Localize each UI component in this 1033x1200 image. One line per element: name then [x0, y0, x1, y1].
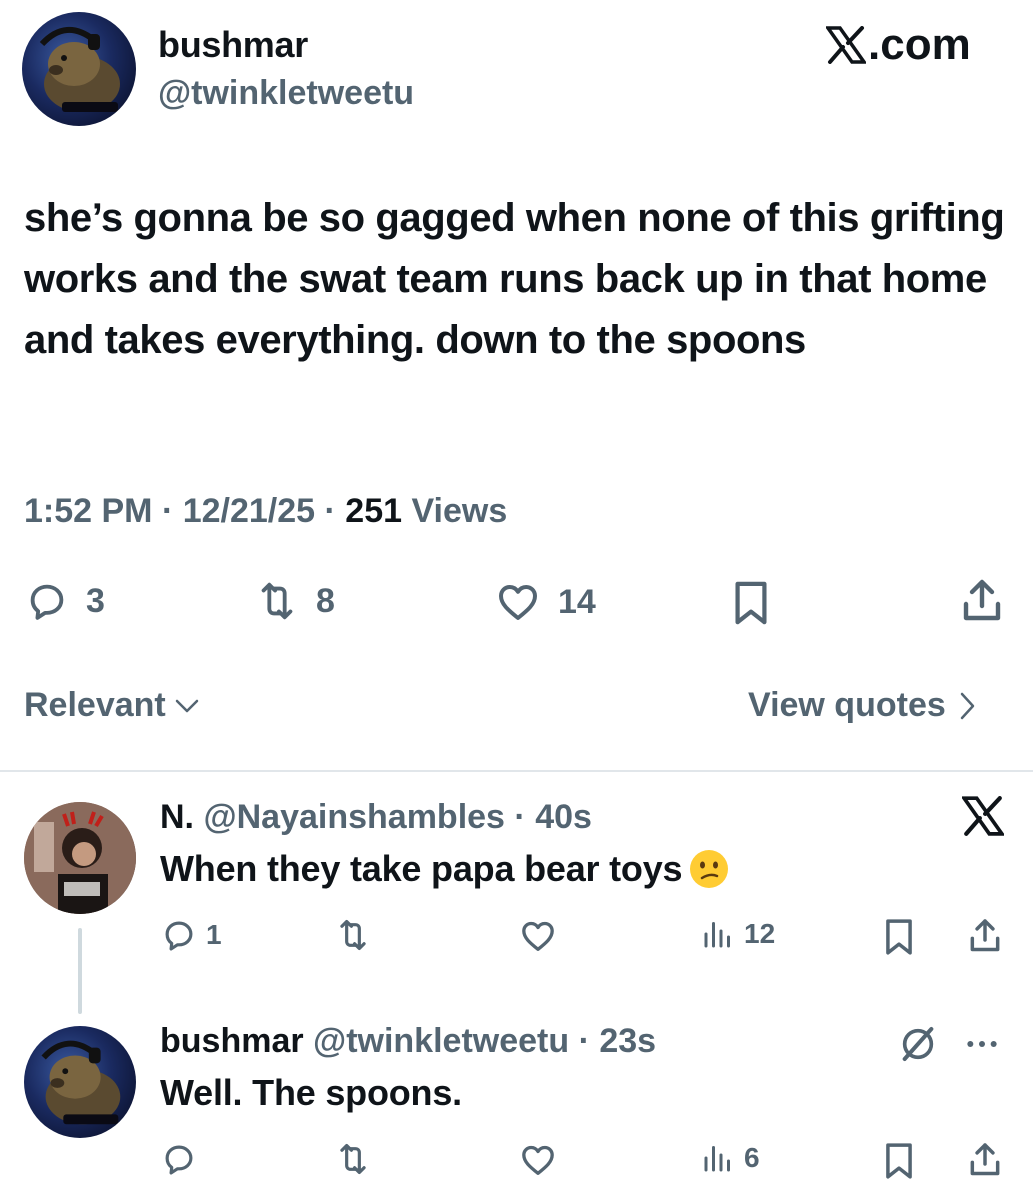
views-button[interactable]: 12 [700, 916, 775, 952]
like-button[interactable] [518, 1140, 566, 1180]
heart-icon [522, 921, 554, 951]
reply-avatar[interactable] [24, 1026, 136, 1138]
repost-icon [340, 1143, 366, 1175]
reply-icon [165, 1145, 193, 1175]
views-count: 251 [345, 492, 403, 530]
reply-time[interactable]: 23s [599, 1022, 656, 1060]
reply-author-name[interactable]: bushmar [160, 1022, 304, 1060]
reply-button[interactable]: 3 [24, 578, 105, 624]
reply-text: When they take papa bear toys [160, 848, 730, 890]
x-logo-icon [826, 26, 866, 64]
bookmark-icon [886, 919, 912, 955]
view-quotes-link[interactable]: View quotes [748, 686, 976, 725]
tweet-date[interactable]: 12/21/25 [183, 492, 315, 530]
share-button[interactable] [966, 1140, 1004, 1180]
bookmark-button[interactable] [880, 1140, 918, 1182]
section-divider [0, 770, 1033, 772]
author-name[interactable]: bushmar [158, 24, 308, 66]
like-button[interactable]: 14 [494, 578, 596, 626]
repost-button[interactable] [334, 916, 380, 954]
reply-avatar[interactable] [24, 802, 136, 914]
heart-icon [522, 1145, 554, 1175]
grok-button[interactable] [898, 1024, 938, 1064]
reply-icon [30, 584, 64, 620]
tweet-text: she’s gonna be so gagged when none of th… [24, 196, 1005, 362]
share-button[interactable] [966, 916, 1004, 956]
reply-separator: · [504, 798, 536, 836]
capybara-avatar-icon [41, 1040, 121, 1125]
repost-count: 8 [316, 581, 335, 620]
tweet-meta: 1:52 PM · 12/21/25 · 251 Views [24, 492, 507, 531]
share-icon [970, 919, 1000, 952]
reply-header: N. @Nayainshambles · 40s [160, 798, 592, 837]
reply-author-handle[interactable]: @Nayainshambles [203, 798, 505, 836]
x-logo-icon [962, 796, 1004, 836]
tweet-time[interactable]: 1:52 PM [24, 492, 153, 530]
bookmark-icon [886, 1143, 912, 1179]
capybara-avatar-icon [39, 26, 120, 112]
meta-separator: · [152, 492, 183, 530]
reply-body: When they take papa bear toys [160, 848, 683, 889]
chevron-down-icon [175, 699, 198, 712]
share-icon [963, 579, 1001, 621]
confused-face-emoji-icon [690, 850, 729, 888]
like-count: 14 [558, 582, 596, 621]
views-count: 6 [744, 1142, 760, 1173]
reply-author-name[interactable]: N. [160, 798, 194, 836]
reply-sort-dropdown[interactable]: Relevant [24, 686, 200, 725]
reply-header: bushmar @twinkletweetu · 23s [160, 1022, 656, 1061]
repost-icon [340, 919, 366, 951]
source-watermark: .com [826, 20, 971, 70]
more-dots-icon [967, 1041, 997, 1047]
user-photo-avatar [24, 802, 136, 914]
reply-count: 3 [86, 581, 105, 620]
grok-icon [902, 1027, 934, 1061]
source-domain: .com [868, 20, 971, 69]
reply-author-handle[interactable]: @twinkletweetu [313, 1022, 569, 1060]
bookmark-button[interactable] [728, 578, 774, 628]
view-quotes-label: View quotes [748, 686, 946, 724]
like-button[interactable] [518, 916, 566, 956]
heart-icon [499, 585, 537, 620]
sort-label: Relevant [24, 686, 166, 724]
reply-separator: · [569, 1022, 600, 1060]
reply-count: 1 [206, 919, 222, 950]
reply-icon [165, 921, 193, 951]
share-button[interactable] [958, 576, 1006, 626]
views-chart-icon [704, 1146, 730, 1172]
reply-button[interactable]: 1 [160, 916, 222, 954]
chevron-right-icon [960, 692, 975, 719]
views-button[interactable]: 6 [700, 1140, 760, 1176]
reply-time[interactable]: 40s [535, 798, 592, 836]
meta-separator: · [315, 492, 346, 530]
views-count: 12 [744, 918, 776, 949]
repost-button[interactable] [334, 1140, 380, 1178]
views-label: Views [402, 492, 508, 530]
reply-button[interactable] [160, 1140, 206, 1178]
author-avatar[interactable] [22, 12, 136, 126]
repost-button[interactable]: 8 [254, 578, 335, 624]
more-options-button[interactable] [962, 1024, 1002, 1064]
views-chart-icon [704, 922, 730, 948]
share-icon [970, 1143, 1000, 1176]
dismiss-button[interactable] [962, 796, 1004, 836]
bookmark-icon [735, 581, 767, 625]
thread-connector [78, 928, 82, 1014]
bookmark-button[interactable] [880, 916, 918, 958]
reply-body: Well. The spoons. [160, 1072, 462, 1113]
repost-icon [261, 582, 293, 620]
author-handle[interactable]: @twinkletweetu [158, 74, 414, 113]
